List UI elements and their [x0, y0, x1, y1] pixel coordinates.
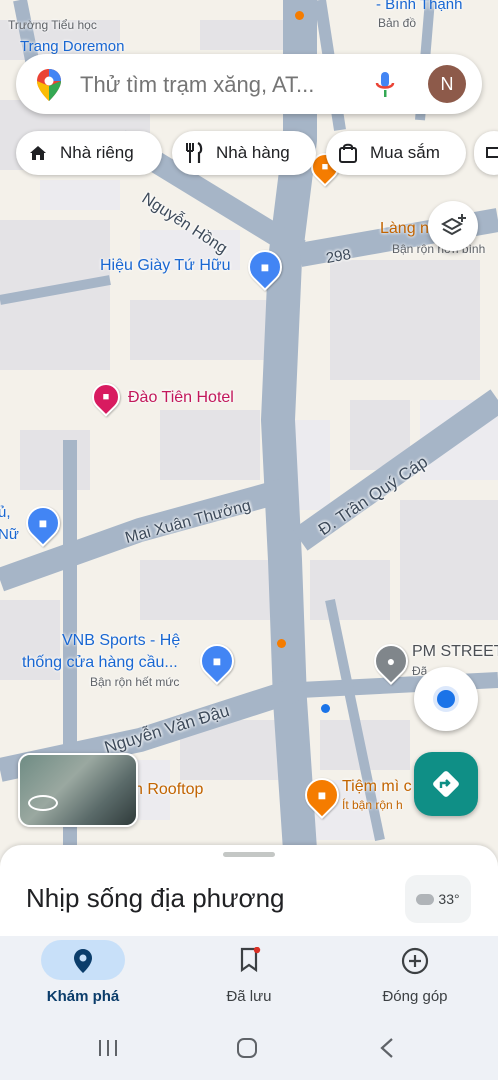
- layers-button[interactable]: [428, 201, 478, 251]
- nav-label: Đóng góp: [382, 988, 448, 1005]
- sheet-title: Nhịp sống địa phương: [26, 883, 285, 913]
- poi-status-tiem-mi: Ít bận rộn h: [342, 798, 403, 812]
- back-icon[interactable]: [378, 1037, 396, 1059]
- shopping-bag-icon: [339, 143, 357, 163]
- nav-contribute[interactable]: Đóng góp: [332, 936, 498, 1016]
- poi-label-left-edge-2[interactable]: Nữ: [0, 526, 19, 543]
- home-circle-icon[interactable]: [236, 1037, 258, 1059]
- nav-explore[interactable]: Khám phá: [0, 936, 166, 1016]
- explore-sheet[interactable]: Nhịp sống địa phương 33°: [0, 845, 498, 940]
- more-chip-icon: [486, 147, 498, 158]
- search-input[interactable]: [78, 68, 382, 102]
- poi-label-hieu-giay[interactable]: Hiệu Giày Tứ Hữu: [100, 257, 231, 275]
- chip-label: Nhà hàng: [216, 143, 290, 162]
- small-poi-dot[interactable]: [321, 704, 330, 713]
- top-left-poi-label[interactable]: Trang Doremon: [20, 38, 125, 55]
- recent-apps-icon[interactable]: [97, 1038, 119, 1058]
- weather-temperature: 33°: [438, 891, 460, 907]
- explore-pin-icon: [74, 949, 92, 973]
- nav-label: Đã lưu: [226, 988, 272, 1005]
- poi-label-dao-tien-hotel[interactable]: Đào Tiên Hotel: [128, 389, 234, 407]
- add-circle-icon: [401, 947, 429, 975]
- small-poi-dot[interactable]: [277, 639, 286, 648]
- poi-label-pm-street[interactable]: PM STREET: [412, 643, 498, 661]
- microphone-icon[interactable]: [374, 71, 396, 99]
- chip-label: Nhà riêng: [60, 143, 134, 162]
- bottom-navigation: Khám phá Đã lưu Đóng góp: [0, 936, 498, 1016]
- my-location-icon: [437, 690, 455, 708]
- street-view-thumbnail[interactable]: [18, 753, 138, 827]
- chip-label: Mua sắm: [370, 143, 440, 162]
- my-location-button[interactable]: [414, 667, 478, 731]
- avatar[interactable]: N: [428, 65, 466, 103]
- layers-icon: [441, 214, 466, 236]
- bookmark-icon: [240, 947, 261, 973]
- poi-label-rooftop[interactable]: n Rooftop: [134, 781, 203, 799]
- directions-icon: [433, 771, 459, 797]
- street-view-icon: [28, 795, 58, 811]
- search-bar[interactable]: N: [16, 54, 482, 114]
- poi-label-vnb-line2[interactable]: thống cửa hàng cầu...: [22, 654, 178, 672]
- weather-badge[interactable]: 33°: [405, 875, 471, 923]
- cloud-icon: [416, 893, 435, 905]
- poi-label-vnb-line1[interactable]: VNB Sports - Hệ: [62, 632, 180, 650]
- top-right-poi-label[interactable]: - Bình Thạnh: [376, 0, 462, 13]
- home-icon: [30, 146, 46, 160]
- small-poi-dot[interactable]: [295, 11, 304, 20]
- chip-home[interactable]: Nhà riêng: [16, 131, 162, 175]
- maps-logo-icon: [37, 69, 61, 101]
- nav-label: Khám phá: [46, 988, 120, 1005]
- sheet-drag-handle[interactable]: [223, 852, 275, 857]
- top-left-small-label: Trường Tiểu học: [8, 18, 97, 32]
- poi-label-left-edge[interactable]: ủ,: [0, 504, 11, 521]
- restaurant-icon: [186, 142, 203, 163]
- chip-restaurant[interactable]: Nhà hàng: [172, 131, 316, 175]
- system-navigation-bar: [0, 1016, 498, 1080]
- poi-status-vnb: Bận rộn hết mức: [90, 675, 180, 689]
- nav-saved[interactable]: Đã lưu: [166, 936, 332, 1016]
- top-right-small-label: Bản đồ: [378, 16, 417, 30]
- chip-shopping[interactable]: Mua sắm: [326, 131, 466, 175]
- directions-button[interactable]: [414, 752, 478, 816]
